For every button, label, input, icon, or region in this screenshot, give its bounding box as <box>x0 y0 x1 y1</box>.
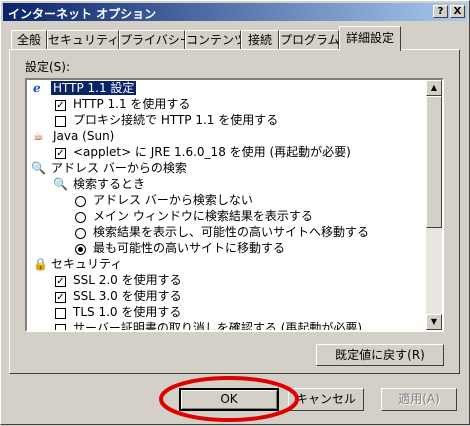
list-item[interactable]: 最も可能性の高いサイトに移動する <box>93 240 285 256</box>
list-item[interactable]: プロキシ接続で HTTP 1.1 を使用する <box>73 112 278 128</box>
tab-advanced[interactable]: 詳細設定 <box>339 26 401 51</box>
scroll-down-icon[interactable]: ▼ <box>426 314 442 330</box>
list-item[interactable]: <applet> に JRE 1.6.0_18 を使用 (再起動が必要) <box>73 144 351 160</box>
ie-icon: ℯ <box>33 81 41 95</box>
title-bar: インターネット オプション ? X <box>3 3 467 21</box>
http11-proxy-checkbox[interactable] <box>55 116 66 127</box>
list-item: 検索するとき <box>73 177 146 191</box>
tab-security[interactable]: セキュリティ <box>47 30 119 50</box>
ok-button[interactable]: OK <box>179 388 279 411</box>
help-button[interactable]: ? <box>433 5 448 18</box>
lock-icon: 🔒 <box>33 257 48 271</box>
close-button[interactable]: X <box>450 5 465 18</box>
list-scrollbar[interactable]: ▲ ▼ <box>426 80 442 330</box>
list-item[interactable]: SSL 3.0 を使用する <box>73 288 182 304</box>
cert-revoke-checkbox[interactable] <box>55 324 66 330</box>
ssl3-checkbox[interactable]: ✓ <box>55 292 66 303</box>
list-item[interactable]: TLS 1.0 を使用する <box>73 304 181 320</box>
tab-privacy[interactable]: プライバシー <box>119 30 192 50</box>
list-item: Java (Sun) <box>53 129 115 143</box>
magnifier-icon: 🔍 <box>53 177 68 191</box>
list-item[interactable]: SSL 2.0 を使用する <box>73 272 182 288</box>
ssl2-checkbox[interactable]: ✓ <box>55 276 66 287</box>
radio-main-window[interactable] <box>75 212 86 223</box>
scroll-up-icon[interactable]: ▲ <box>426 80 442 96</box>
tls1-checkbox[interactable] <box>55 308 66 319</box>
settings-list[interactable]: ℯ HTTP 1.1 設定 ✓ HTTP 1.1 を使用する プロキシ接続で H… <box>25 78 444 332</box>
list-item: アドレス バーからの検索 <box>51 161 187 175</box>
restore-defaults-button[interactable]: 既定値に戻す(R) <box>316 344 444 366</box>
list-item[interactable]: アドレス バーから検索しない <box>93 192 253 208</box>
list-item[interactable]: メイン ウィンドウに検索結果を表示する <box>93 208 313 224</box>
radio-results-and-go[interactable] <box>75 228 86 239</box>
radio-no-search[interactable] <box>75 196 86 207</box>
list-item[interactable]: サーバー証明書の取り消しを確認する (再起動が必要) <box>73 320 362 330</box>
java-applet-checkbox[interactable]: ✓ <box>55 148 66 159</box>
list-item: セキュリティ <box>51 257 123 271</box>
tab-general[interactable]: 全般 <box>11 30 47 50</box>
list-item: HTTP 1.1 設定 <box>51 81 137 95</box>
scroll-thumb[interactable] <box>426 96 442 228</box>
list-item[interactable]: 検索結果を表示し、可能性の高いサイトへ移動する <box>93 224 369 240</box>
radio-go-best-site[interactable] <box>75 244 86 255</box>
settings-label: 設定(S): <box>25 60 71 74</box>
http11-checkbox[interactable]: ✓ <box>55 100 66 111</box>
apply-button[interactable]: 適用(A) <box>381 388 457 411</box>
list-item[interactable]: HTTP 1.1 を使用する <box>73 96 190 112</box>
tab-content[interactable]: コンテンツ <box>185 30 246 50</box>
window-title: インターネット オプション <box>8 7 157 21</box>
tab-connections[interactable]: 接続 <box>241 30 279 50</box>
internet-options-window: インターネット オプション ? X 全般 セキュリティ プライバシー コンテンツ… <box>0 0 470 425</box>
magnifier-icon: 🔍 <box>31 161 46 175</box>
tab-programs[interactable]: プログラム <box>279 30 340 50</box>
cancel-button[interactable]: キャンセル <box>288 388 364 411</box>
java-icon: ☕ <box>33 129 44 143</box>
